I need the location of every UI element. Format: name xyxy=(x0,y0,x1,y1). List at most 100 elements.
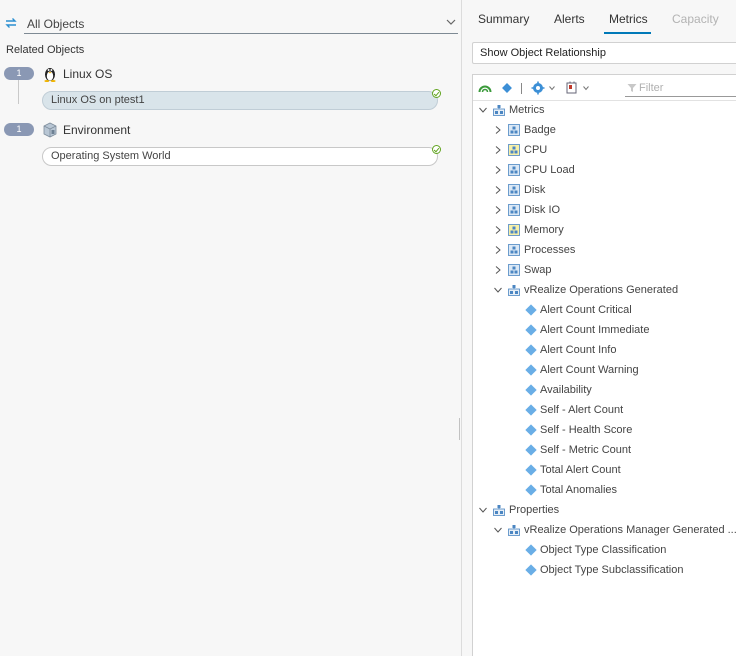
count-badge[interactable]: 1 xyxy=(4,123,34,136)
tree-node-label: Total Alert Count xyxy=(540,464,621,476)
show-object-relationship-button[interactable]: Show Object Relationship xyxy=(472,42,736,64)
gear-icon[interactable] xyxy=(531,81,545,95)
dashboard-gauge-icon[interactable] xyxy=(478,81,492,95)
metric-item[interactable]: Total Anomalies xyxy=(473,481,736,501)
scope-select[interactable]: All Objects xyxy=(24,14,458,34)
chevron-down-icon[interactable] xyxy=(583,85,589,91)
tree-node-label: Disk IO xyxy=(524,204,561,216)
metric-diamond-icon xyxy=(525,384,537,396)
metric-item[interactable]: Alert Count Immediate xyxy=(473,321,736,341)
tree-node[interactable]: Badge xyxy=(473,121,736,141)
tree-node[interactable]: vRealize Operations Manager Generated ..… xyxy=(473,521,736,541)
tree-node-label: Properties xyxy=(509,504,560,516)
tree-node[interactable]: Disk IO xyxy=(473,201,736,221)
metric-item[interactable]: Self - Alert Count xyxy=(473,401,736,421)
count-badge[interactable]: 1 xyxy=(4,67,34,80)
tree-node[interactable]: CPU Load xyxy=(473,161,736,181)
tree-node-label: Self - Alert Count xyxy=(540,404,624,416)
tree-node-label: Disk xyxy=(524,184,546,196)
metric-diamond-icon xyxy=(525,304,537,316)
tab-metrics[interactable]: Metrics xyxy=(609,12,648,26)
metric-diamond-icon xyxy=(525,404,537,416)
hierarchy-group-icon xyxy=(508,525,520,536)
tree-node-label: Badge xyxy=(524,124,556,136)
chevron-down-icon[interactable] xyxy=(479,506,487,514)
tab-alerts[interactable]: Alerts xyxy=(554,12,585,26)
tree-node[interactable]: vRealize Operations Generated xyxy=(473,281,736,301)
tree-node-label: CPU xyxy=(524,144,548,156)
metric-item[interactable]: Alert Count Critical xyxy=(473,301,736,321)
tree-node[interactable]: Properties xyxy=(473,501,736,521)
chevron-right-icon[interactable] xyxy=(494,166,502,174)
metric-item[interactable]: Total Alert Count xyxy=(473,461,736,481)
tree-connector xyxy=(18,80,19,104)
chevron-down-icon[interactable] xyxy=(479,106,487,114)
linux-penguin-icon xyxy=(44,68,56,82)
object-filter-icon[interactable] xyxy=(565,81,579,95)
chevron-right-icon[interactable] xyxy=(494,246,502,254)
metric-folder-icon xyxy=(508,184,520,196)
metric-diamond-icon xyxy=(525,464,537,476)
metric-diamond-icon xyxy=(525,484,537,496)
tree-node-label: Metrics xyxy=(509,104,545,116)
metric-folder-icon xyxy=(508,124,520,136)
tree-node[interactable]: CPU xyxy=(473,141,736,161)
tree-node-label: vRealize Operations Manager Generated ..… xyxy=(524,524,736,536)
chevron-down-icon[interactable] xyxy=(549,85,555,91)
scope-row: All Objects xyxy=(0,12,461,38)
related-type-label: Environment xyxy=(63,123,131,137)
metric-diamond-icon xyxy=(525,424,537,436)
chevron-down-icon[interactable] xyxy=(494,286,502,294)
metric-item[interactable]: Self - Metric Count xyxy=(473,441,736,461)
tree-node-label: Alert Count Info xyxy=(540,344,617,356)
swap-scope-icon[interactable] xyxy=(4,16,18,30)
metric-item[interactable]: Alert Count Warning xyxy=(473,361,736,381)
toolbar-separator xyxy=(521,83,522,94)
tree-node-label: Object Type Classification xyxy=(540,544,667,556)
tree-node[interactable]: Processes xyxy=(473,241,736,261)
chevron-down-icon[interactable] xyxy=(494,526,502,534)
metric-folder-icon xyxy=(508,264,520,276)
hierarchy-group-icon xyxy=(493,105,505,116)
metric-diamond-icon xyxy=(525,324,537,336)
tree-node[interactable]: Memory xyxy=(473,221,736,241)
metric-item[interactable]: Availability xyxy=(473,381,736,401)
metric-item[interactable]: Object Type Subclassification xyxy=(473,561,736,581)
chevron-right-icon[interactable] xyxy=(494,226,502,234)
tab-summary[interactable]: Summary xyxy=(478,12,529,26)
related-object-item[interactable]: Linux OS on ptest1 xyxy=(42,91,438,110)
health-check-icon xyxy=(432,89,441,98)
tree-node[interactable]: Metrics xyxy=(473,101,736,121)
tree-node-label: Processes xyxy=(524,244,576,256)
chevron-right-icon[interactable] xyxy=(494,126,502,134)
tree-node-label: Alert Count Critical xyxy=(540,304,632,316)
tree-node[interactable]: Swap xyxy=(473,261,736,281)
metric-diamond-icon xyxy=(525,444,537,456)
chevron-right-icon[interactable] xyxy=(494,186,502,194)
hierarchy-group-icon xyxy=(493,505,505,516)
tree-node-label: Total Anomalies xyxy=(540,484,618,496)
funnel-icon xyxy=(627,84,637,92)
tree-node[interactable]: Disk xyxy=(473,181,736,201)
metric-item[interactable]: Self - Health Score xyxy=(473,421,736,441)
related-object-item[interactable]: Operating System World xyxy=(42,147,438,166)
metric-diamond-icon xyxy=(525,544,537,556)
related-objects-panel: All Objects Related Objects 1 Linux OS L… xyxy=(0,0,461,656)
metric-item[interactable]: Alert Count Info xyxy=(473,341,736,361)
filter-input[interactable]: Filter xyxy=(625,79,736,97)
metric-diamond-icon xyxy=(525,564,537,576)
chevron-right-icon[interactable] xyxy=(494,266,502,274)
tree-node-label: vRealize Operations Generated xyxy=(524,284,679,296)
metric-diamond-icon xyxy=(525,344,537,356)
chevron-right-icon[interactable] xyxy=(494,206,502,214)
metric-item[interactable]: Object Type Classification xyxy=(473,541,736,561)
tree-node-label: Availability xyxy=(540,384,592,396)
tree-node-label: Self - Metric Count xyxy=(540,444,632,456)
chevron-right-icon[interactable] xyxy=(494,146,502,154)
tab-bar: Summary Alerts Metrics Capacity xyxy=(462,0,736,36)
metric-folder-icon xyxy=(508,224,520,236)
tree-node-label: Object Type Subclassification xyxy=(540,564,684,576)
metric-folder-icon xyxy=(508,244,520,256)
metric-diamond-icon[interactable] xyxy=(500,81,514,95)
tree-toolbar: Filter xyxy=(473,75,736,101)
